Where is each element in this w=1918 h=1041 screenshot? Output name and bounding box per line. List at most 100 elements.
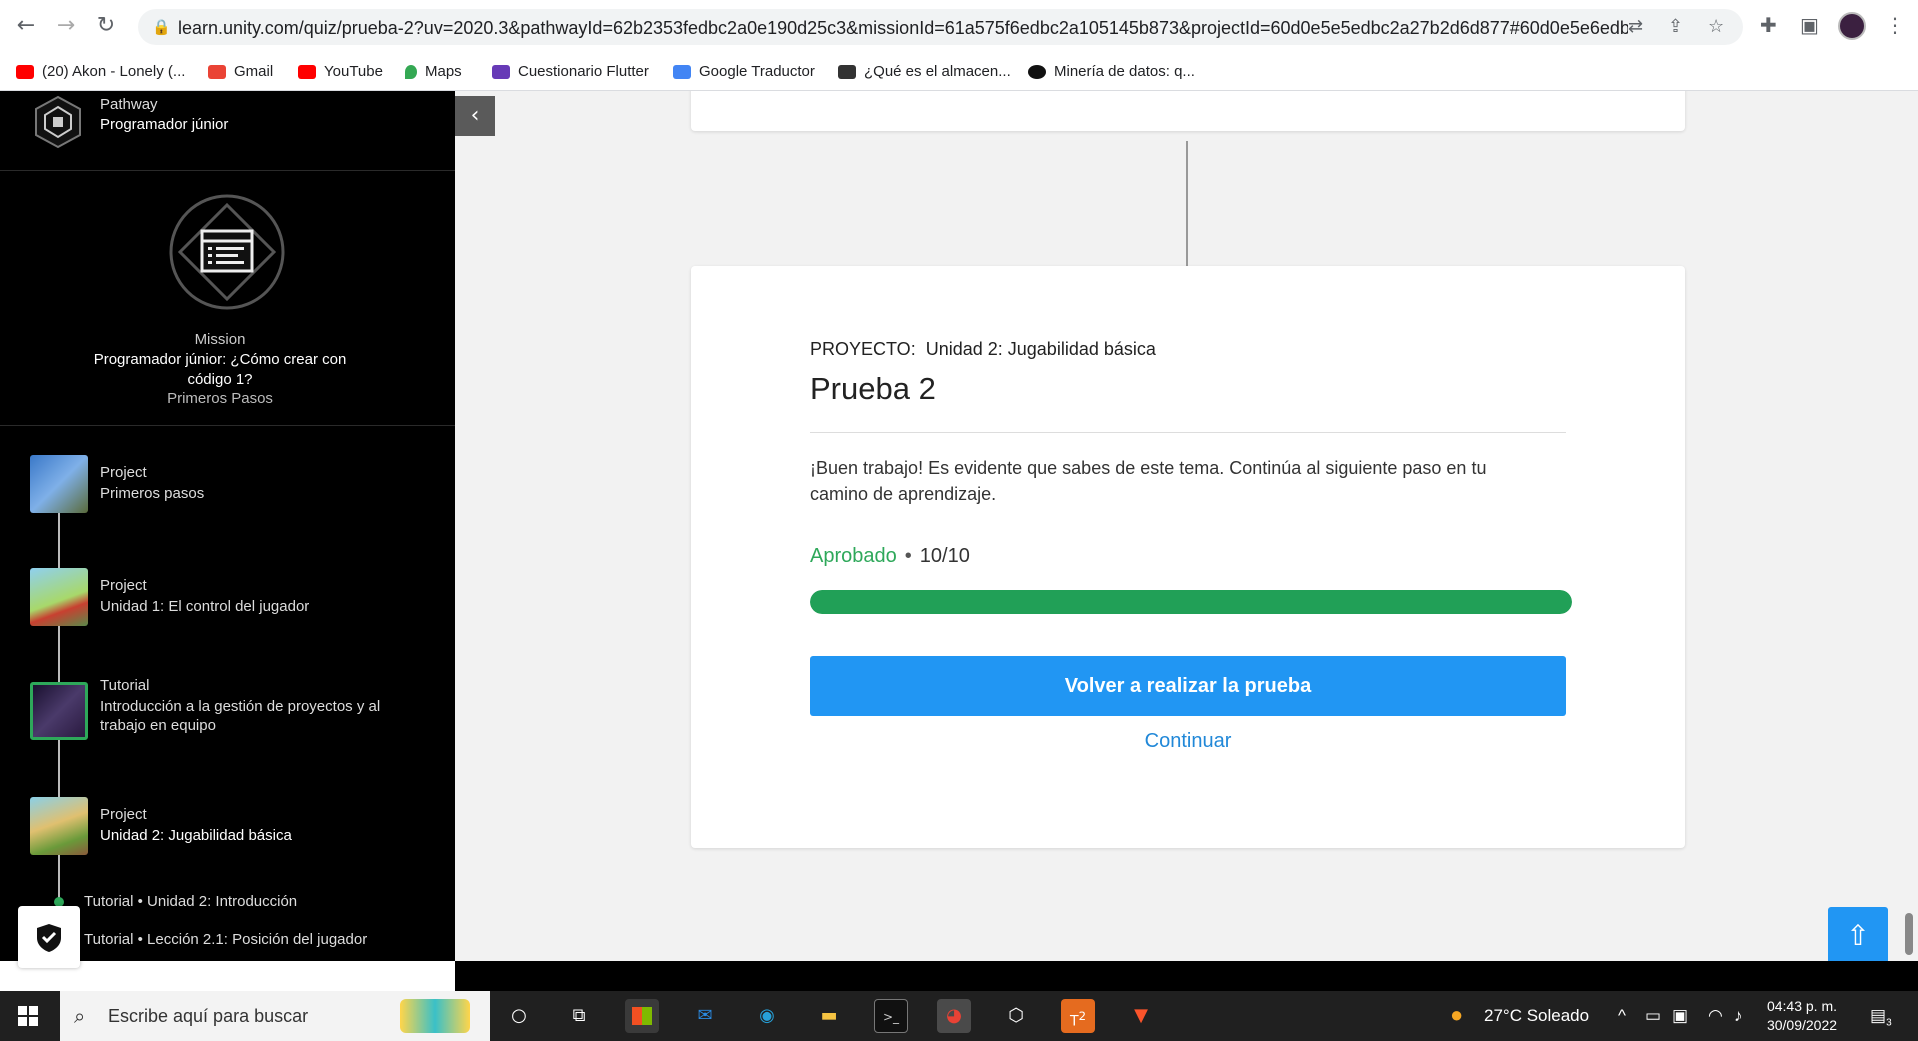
gmail-icon [208, 64, 226, 79]
volume-icon[interactable]: ♪ [1734, 1006, 1743, 1026]
bookmark-item[interactable]: Maps [405, 63, 462, 80]
address-bar[interactable]: 🔒 learn.unity.com/quiz/prueba-2?uv=2020.… [138, 9, 1743, 45]
bookmarks-bar: (20) Akon - Lonely (... Gmail YouTube Ma… [0, 55, 1918, 91]
pathway-header[interactable]: Pathway Programador júnior [0, 91, 455, 171]
youtube-icon [298, 64, 316, 79]
site-icon [1028, 64, 1046, 79]
mission-label: Mission [194, 331, 246, 348]
mail-icon[interactable]: ✉ [688, 999, 722, 1033]
project-thumbnail [30, 797, 88, 855]
taskbar-search[interactable]: ⌕ Escribe aquí para buscar [60, 991, 490, 1041]
bookmark-star-icon[interactable]: ☆ [1708, 16, 1724, 37]
card-connector [1186, 141, 1188, 266]
score-progress-bar [810, 590, 1572, 614]
privacy-shield-button[interactable] [18, 906, 80, 968]
project-thumbnail [30, 682, 88, 740]
forward-icon[interactable]: → [52, 12, 80, 40]
mission-subtitle: Primeros Pasos [167, 390, 273, 407]
pathway-name: Programador júnior [100, 116, 229, 133]
bookmark-item[interactable]: YouTube [298, 63, 383, 80]
divider [810, 432, 1566, 433]
taskbar: ⌕ Escribe aquí para buscar ○ ⧉ ✉ ◉ ▬ >_ … [0, 991, 1918, 1041]
task-view-icon[interactable]: ⧉ [562, 999, 596, 1033]
lock-icon: 🔒 [152, 18, 171, 36]
brave-icon[interactable]: ▼ [1124, 999, 1158, 1033]
mission-block[interactable]: Mission Programador júnior: ¿Cómo crear … [0, 171, 455, 426]
mission-icon [169, 194, 285, 310]
chevron-left-icon: ‹ [470, 103, 480, 128]
mission-title: Programador júnior: ¿Cómo crear con códi… [93, 351, 347, 388]
browser-toolbar: ← → ↻ 🔒 learn.unity.com/quiz/prueba-2?uv… [0, 0, 1918, 55]
profile-avatar[interactable] [1838, 12, 1866, 40]
search-placeholder: Escribe aquí para buscar [108, 1006, 309, 1026]
translate-icon [673, 64, 691, 79]
progress-fill [810, 590, 1572, 614]
clock[interactable]: 04:43 p. m. 30/09/2022 [1762, 997, 1842, 1035]
terminal-icon[interactable]: >_ [874, 999, 908, 1033]
project-header: PROYECTO: Unidad 2: Jugabilidad básica [810, 339, 1156, 359]
file-explorer-icon[interactable]: ▬ [812, 999, 846, 1033]
scrollbar-thumb[interactable] [1905, 913, 1913, 955]
arrow-up-icon: ⇧ [1846, 919, 1870, 952]
pathway-badge-icon [35, 95, 81, 149]
url-text[interactable]: learn.unity.com/quiz/prueba-2?uv=2020.3&… [178, 18, 1628, 39]
search-icon: ⌕ [74, 1004, 86, 1028]
shield-icon [37, 924, 61, 952]
main-content: ‹ PROYECTO: Unidad 2: Jugabilidad básica… [455, 91, 1918, 961]
store-icon[interactable] [625, 999, 659, 1033]
forms-icon [492, 64, 510, 79]
weather-sun-icon: ● [1450, 1002, 1464, 1027]
back-icon[interactable]: ← [12, 12, 40, 40]
reload-icon[interactable]: ↻ [92, 12, 120, 40]
page-bottom-strip [455, 961, 1918, 991]
side-panel-icon[interactable]: ▣ [1800, 13, 1819, 37]
edge-icon[interactable]: ◉ [750, 999, 784, 1033]
sub-item[interactable]: Tutorial • Unidad 2: Introducción [84, 893, 297, 910]
scroll-to-top-button[interactable]: ⇧ [1828, 907, 1888, 961]
chevron-up-icon[interactable]: ^ [1618, 1006, 1626, 1026]
project-thumbnail [30, 568, 88, 626]
unity-hub-icon[interactable]: ⬡ [999, 999, 1033, 1033]
menu-icon[interactable]: ⋮ [1885, 13, 1905, 37]
weather-text[interactable]: 27°C Soleado [1484, 1006, 1589, 1026]
sub-item[interactable]: Tutorial • Lección 2.1: Posición del jug… [84, 931, 367, 948]
project-thumbnail [30, 455, 88, 513]
sidebar: Pathway Programador júnior Mission Progr… [0, 91, 455, 961]
bookmark-item[interactable]: Gmail [208, 63, 273, 80]
pathway-label: Pathway [100, 96, 158, 113]
project-name: Unidad 2: Jugabilidad básica [925, 339, 1156, 359]
youtube-icon [16, 64, 34, 79]
feedback-text: ¡Buen trabajo! Es evidente que sabes de … [810, 458, 1487, 504]
retake-quiz-button[interactable]: Volver a realizar la prueba [810, 656, 1566, 716]
quiz-result-card: PROYECTO: Unidad 2: Jugabilidad básica P… [691, 266, 1685, 848]
project-item[interactable]: Tutorial Introducción a la gestión de pr… [0, 677, 455, 742]
project-item-current[interactable]: Project Unidad 2: Jugabilidad básica [0, 797, 455, 857]
display-icon[interactable]: ▣ [1672, 1006, 1688, 1026]
previous-card [691, 91, 1685, 131]
project-item[interactable]: Project Primeros pasos [0, 455, 455, 515]
quiz-title: Prueba 2 [810, 371, 936, 406]
search-highlight-icon [400, 999, 470, 1033]
bookmark-item[interactable]: Minería de datos: q... [1028, 63, 1195, 80]
bookmark-item[interactable]: ¿Qué es el almacen... [838, 63, 1011, 80]
cortana-icon[interactable]: ○ [502, 999, 536, 1033]
wifi-icon[interactable]: ◠ [1708, 1006, 1723, 1026]
bookmark-item[interactable]: Google Traductor [673, 63, 815, 80]
collapse-sidebar-button[interactable]: ‹ [455, 96, 495, 136]
teams-icon[interactable]: T2 [1061, 999, 1095, 1033]
site-icon [838, 64, 856, 79]
continue-link[interactable]: Continuar [810, 730, 1566, 753]
project-item[interactable]: Project Unidad 1: El control del jugador [0, 568, 455, 628]
translate-icon[interactable]: ⇄ [1628, 16, 1643, 37]
bookmark-item[interactable]: (20) Akon - Lonely (... [16, 63, 185, 80]
score-value: 10/10 [919, 545, 970, 567]
battery-icon[interactable]: ▭ [1645, 1006, 1661, 1026]
windows-start-icon[interactable] [18, 1006, 38, 1026]
status-badge: Aprobado [810, 545, 897, 567]
maps-icon [405, 64, 417, 79]
bookmark-item[interactable]: Cuestionario Flutter [492, 63, 649, 80]
notifications-icon[interactable]: ▤3 [1870, 1006, 1892, 1028]
share-icon[interactable]: ⇪ [1668, 16, 1683, 37]
chrome-icon[interactable]: ◕ [937, 999, 971, 1033]
extensions-icon[interactable]: ✚ [1760, 13, 1777, 37]
